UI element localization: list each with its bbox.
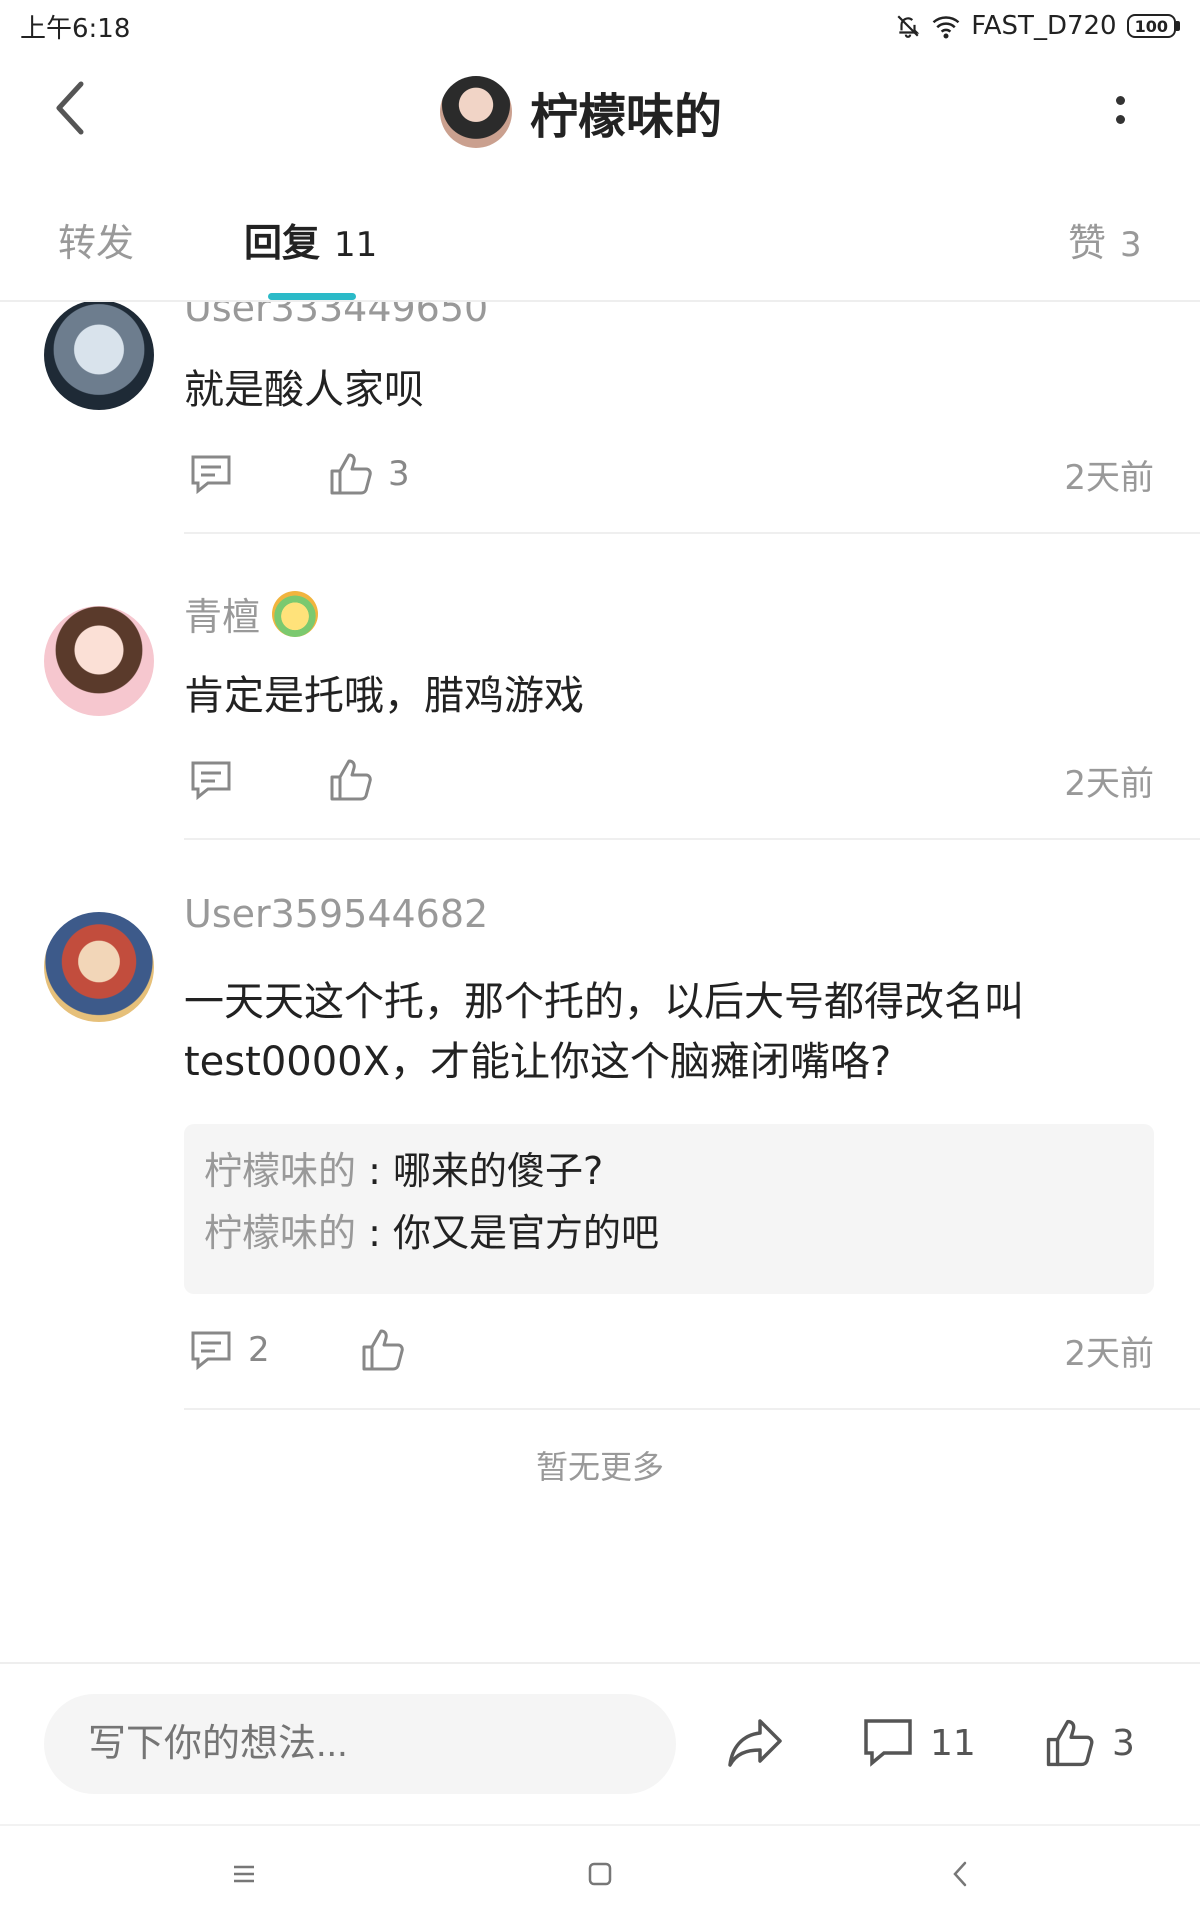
- like-button[interactable]: 3: [328, 444, 410, 504]
- sub-reply-separator: :: [356, 1149, 393, 1193]
- share-button[interactable]: [726, 1698, 784, 1788]
- comment-username[interactable]: User359544682: [184, 892, 488, 936]
- status-bar: 上午6:18 FAST_D720 100: [0, 0, 1200, 52]
- sub-reply[interactable]: 柠檬味的 : 哪来的傻子?: [204, 1140, 1134, 1202]
- comment-icon: [864, 1719, 912, 1767]
- thumbs-up-icon: [362, 1329, 404, 1371]
- reply-count: 2: [248, 1330, 270, 1370]
- comment-list[interactable]: User333449650 就是酸人家呗 3 2天前 青檀 肯定是托哦，腊鸡游戏…: [0, 302, 1200, 1662]
- more-vertical-icon: [1115, 96, 1125, 105]
- reply-button[interactable]: 2: [188, 1320, 270, 1380]
- comment-text-line: test0000X，才能让你这个脑瘫闭嘴咯?: [184, 1039, 892, 1085]
- thumbs-up-icon: [330, 759, 372, 801]
- sub-reply-text: 哪来的傻子?: [392, 1149, 604, 1193]
- like-button[interactable]: [360, 1320, 406, 1380]
- wifi-icon: [932, 16, 960, 39]
- user-badge-icon: [272, 590, 319, 637]
- comment-username[interactable]: 青檀: [184, 586, 319, 641]
- tab-bar: 转发 回复 11 赞 3: [0, 172, 1200, 302]
- divider: [184, 1408, 1200, 1410]
- sub-reply-box[interactable]: 柠檬味的 : 哪来的傻子? 柠檬味的 : 你又是官方的吧: [184, 1124, 1154, 1294]
- comment-actions: 2 2天前: [184, 1320, 1154, 1380]
- comment-username[interactable]: User333449650: [184, 302, 488, 330]
- comment-input[interactable]: [44, 1694, 676, 1794]
- battery-level: 100: [1126, 14, 1176, 38]
- comment-icon: [191, 1331, 231, 1371]
- comment-count-button[interactable]: 11: [862, 1698, 976, 1788]
- home-button[interactable]: [570, 1844, 630, 1904]
- tab-indicator: [268, 293, 356, 300]
- sub-reply[interactable]: 柠檬味的 : 你又是官方的吧: [204, 1202, 1134, 1264]
- comment-icon: [191, 761, 231, 801]
- battery-icon: 100: [1126, 14, 1180, 38]
- network-name: FAST_D720: [971, 11, 1117, 41]
- share-icon: [728, 1719, 782, 1767]
- tab-forward[interactable]: 转发: [58, 212, 134, 267]
- list-item: User333449650 就是酸人家呗 3 2天前: [0, 302, 1200, 534]
- avatar[interactable]: [440, 76, 512, 148]
- tab-count: 3: [1120, 225, 1142, 265]
- page-title: 柠檬味的: [530, 89, 723, 145]
- sub-reply-text: 你又是官方的吧: [392, 1211, 659, 1255]
- avatar[interactable]: [44, 606, 154, 716]
- comment-time: 2天前: [1064, 763, 1154, 804]
- comment-icon: [191, 455, 231, 495]
- status-time: 上午6:18: [20, 13, 131, 44]
- header: 柠檬味的: [0, 52, 1200, 172]
- mute-bell-icon: [897, 15, 920, 38]
- back-button[interactable]: [40, 78, 100, 138]
- tab-reply[interactable]: 回复 11: [244, 212, 377, 267]
- back-triangle-icon: [953, 1861, 967, 1887]
- comment-time: 2天前: [1064, 457, 1154, 498]
- comment-actions: 2天前: [184, 750, 1154, 810]
- comment-text: 就是酸人家呗: [184, 367, 424, 413]
- like-count: 3: [1112, 1722, 1135, 1764]
- thumbs-up-icon: [1046, 1719, 1094, 1767]
- title-wrap: 柠檬味的: [440, 76, 722, 148]
- avatar[interactable]: [44, 302, 154, 410]
- bottom-bar: 11 3: [0, 1662, 1200, 1824]
- avatar[interactable]: [44, 912, 154, 1022]
- tab-label: 回复: [244, 221, 321, 265]
- comment-text-line: 一天天这个托，那个托的，以后大号都得改名叫: [184, 979, 1024, 1025]
- comment-time: 2天前: [1064, 1333, 1154, 1374]
- comment-count: 11: [930, 1722, 976, 1764]
- system-nav-bar: [0, 1824, 1200, 1920]
- comment-text: 肯定是托哦，腊鸡游戏: [184, 673, 584, 719]
- home-square-icon: [588, 1862, 612, 1886]
- status-icons: FAST_D720 100: [895, 11, 1180, 41]
- no-more-label: 暂无更多: [535, 1448, 664, 1486]
- comment-text: 一天天这个托，那个托的，以后大号都得改名叫 test0000X，才能让你这个脑瘫…: [184, 972, 1084, 1092]
- comment-actions: 3 2天前: [184, 444, 1154, 504]
- like-count: 3: [388, 454, 410, 494]
- more-button[interactable]: [1092, 80, 1148, 140]
- reply-button[interactable]: [188, 444, 234, 504]
- like-button[interactable]: [328, 750, 374, 810]
- back-arrow-icon: [56, 81, 84, 135]
- menu-icon: [234, 1865, 254, 1883]
- thumbs-up-icon: [330, 453, 372, 495]
- list-item: User359544682 一天天这个托，那个托的，以后大号都得改名叫 test…: [0, 840, 1200, 1410]
- sub-reply-author[interactable]: 柠檬味的: [204, 1211, 356, 1255]
- list-item: 青檀 肯定是托哦，腊鸡游戏 2天前: [0, 534, 1200, 840]
- reply-button[interactable]: [188, 750, 234, 810]
- system-back-button[interactable]: [930, 1844, 990, 1904]
- menu-button[interactable]: [214, 1844, 274, 1904]
- sub-reply-separator: :: [356, 1211, 393, 1255]
- tab-like[interactable]: 赞 3: [1068, 212, 1142, 267]
- tab-label: 赞: [1068, 221, 1107, 265]
- like-count-button[interactable]: 3: [1044, 1698, 1135, 1788]
- sub-reply-author[interactable]: 柠檬味的: [204, 1149, 356, 1193]
- tab-count: 11: [334, 225, 378, 265]
- tab-label: 转发: [58, 221, 135, 265]
